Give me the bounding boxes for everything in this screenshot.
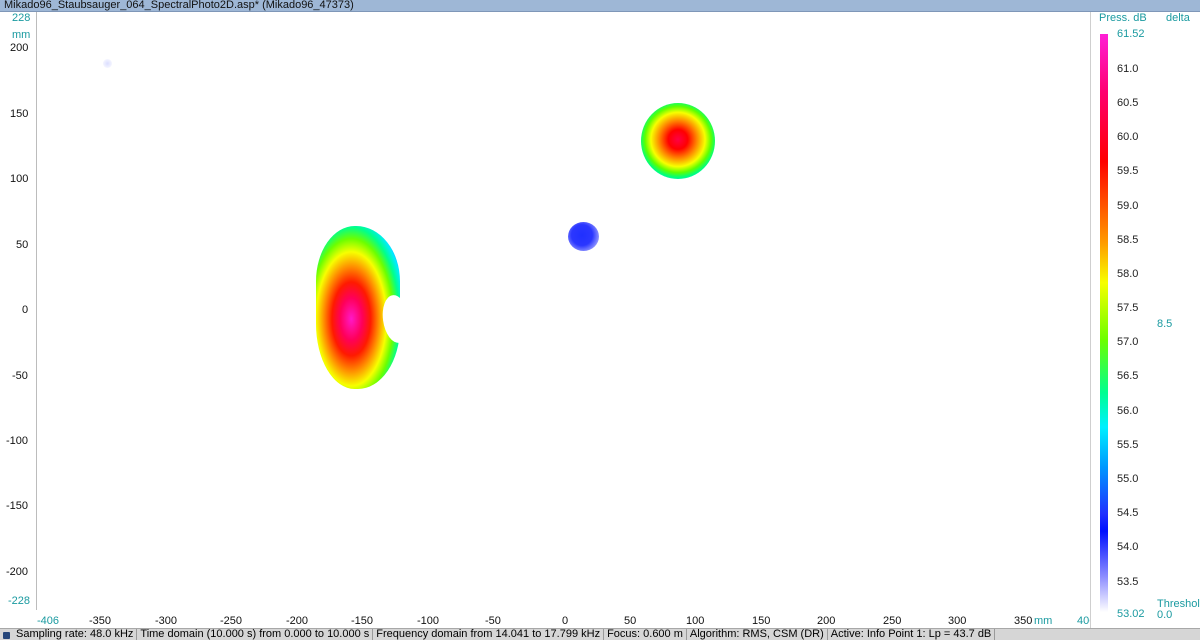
y-tick-label: 50 xyxy=(16,239,29,251)
scale-tick-label: 53.5 xyxy=(1117,576,1139,588)
x-tick-label: -250 xyxy=(220,615,243,627)
acoustic-heatmap[interactable] xyxy=(36,12,1091,610)
x-tick-label: 300 xyxy=(948,615,967,627)
x-tick-label: -150 xyxy=(351,615,374,627)
y-tick-label: -200 xyxy=(6,566,29,578)
x-tick-label: -200 xyxy=(286,615,309,627)
threshold-value[interactable]: 0.0 xyxy=(1157,609,1172,621)
scale-tick-label: 59.0 xyxy=(1117,200,1139,212)
x-tick-label: -50 xyxy=(485,615,501,627)
y-tick-label: 200 xyxy=(10,42,29,54)
acoustic-camera-window: Mikado96_Staubsauger_064_SpectralPhoto2D… xyxy=(0,0,1200,640)
x-tick-label: 0 xyxy=(562,615,569,627)
scale-tick-label: 60.0 xyxy=(1117,131,1139,143)
y-axis-top-label: 228 xyxy=(12,12,31,24)
lock-icon xyxy=(3,632,10,639)
scale-tick-label: 59.5 xyxy=(1117,165,1139,177)
window-title: Mikado96_Staubsauger_064_SpectralPhoto2D… xyxy=(4,0,354,11)
status-sampling-rate: Sampling rate: 48.0 kHz xyxy=(13,629,138,640)
y-tick-label: -100 xyxy=(6,435,29,447)
y-tick-label: -50 xyxy=(12,370,28,382)
pressure-unit-label: Press. dB xyxy=(1099,12,1147,24)
x-axis-unit: mm xyxy=(1034,615,1053,627)
scale-tick-label: 58.5 xyxy=(1117,234,1139,246)
scale-tick-label: 56.5 xyxy=(1117,370,1139,382)
status-algorithm: Algorithm: RMS, CSM (DR) xyxy=(687,629,828,640)
status-time-domain: Time domain (10.000 s) from 0.000 to 10.… xyxy=(137,629,374,640)
x-tick-label: -100 xyxy=(417,615,440,627)
color-scale-bar[interactable] xyxy=(1100,34,1108,612)
x-tick-label: 350 xyxy=(1014,615,1033,627)
scale-tick-label: 57.5 xyxy=(1117,302,1139,314)
scale-tick-label: 56.0 xyxy=(1117,405,1139,417)
y-axis-bottom-label: -228 xyxy=(8,595,31,607)
scale-tick-label: 54.0 xyxy=(1117,541,1139,553)
delta-value[interactable]: 8.5 xyxy=(1157,318,1172,330)
x-tick-label: -350 xyxy=(89,615,112,627)
hotspot-4 xyxy=(103,59,112,68)
color-scale-panel: Press. dB delta 61.52 61.0 60.5 60.0 59.… xyxy=(1090,12,1200,628)
y-tick-label: 0 xyxy=(22,304,29,316)
x-axis-left-label: -406 xyxy=(37,615,60,627)
y-axis-unit: mm xyxy=(12,29,31,41)
x-axis: -406 -350 -300 -250 -200 -150 -100 -50 0… xyxy=(0,610,1096,628)
scale-tick-label: 55.0 xyxy=(1117,473,1139,485)
scale-max-label: 61.52 xyxy=(1117,28,1145,40)
y-tick-label: -150 xyxy=(6,500,29,512)
status-frequency-domain: Frequency domain from 14.041 to 17.799 k… xyxy=(373,629,605,640)
scale-tick-label: 60.5 xyxy=(1117,97,1139,109)
x-tick-label: -300 xyxy=(155,615,178,627)
status-bar: Sampling rate: 48.0 kHz Time domain (10.… xyxy=(0,628,1200,640)
scale-min-label: 53.02 xyxy=(1117,608,1145,620)
scale-tick-label: 58.0 xyxy=(1117,268,1139,280)
scale-tick-label: 54.5 xyxy=(1117,507,1139,519)
x-tick-label: 200 xyxy=(817,615,836,627)
x-tick-label: 250 xyxy=(883,615,902,627)
y-tick-label: 100 xyxy=(10,173,29,185)
x-tick-label: 50 xyxy=(624,615,637,627)
scale-tick-label: 57.0 xyxy=(1117,336,1139,348)
y-tick-label: 150 xyxy=(10,108,29,120)
status-active: Active: Info Point 1: Lp = 43.7 dB xyxy=(828,629,996,640)
title-bar: Mikado96_Staubsauger_064_SpectralPhoto2D… xyxy=(0,0,1200,12)
x-tick-label: 100 xyxy=(686,615,705,627)
scale-tick-label: 61.0 xyxy=(1117,63,1139,75)
status-focus: Focus: 0.600 m xyxy=(604,629,687,640)
hotspot-2 xyxy=(641,103,715,179)
hotspot-3 xyxy=(568,222,599,251)
x-tick-label: 150 xyxy=(752,615,771,627)
delta-label: delta xyxy=(1166,12,1190,24)
scale-tick-label: 55.5 xyxy=(1117,439,1139,451)
